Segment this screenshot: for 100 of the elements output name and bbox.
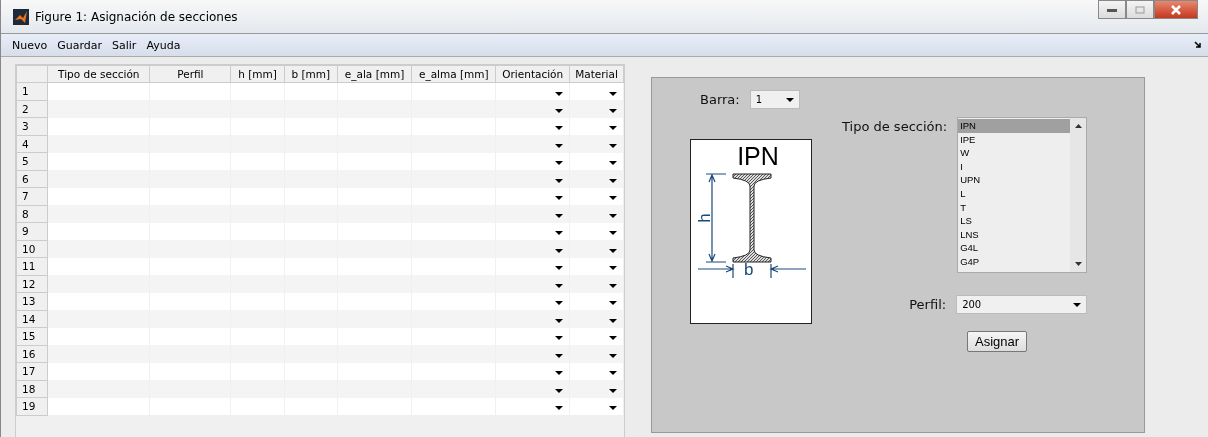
caret-icon bbox=[609, 353, 617, 358]
table-cell[interactable] bbox=[47, 100, 150, 118]
dropdown-cell[interactable] bbox=[569, 170, 624, 188]
column-header[interactable]: Perfil bbox=[149, 65, 231, 83]
caret-icon bbox=[555, 161, 564, 166]
dropdown-cell[interactable] bbox=[569, 100, 624, 118]
column-header[interactable]: e_ala [mm] bbox=[337, 65, 412, 83]
caret-icon bbox=[555, 143, 564, 148]
caret-icon bbox=[609, 388, 617, 393]
caret-icon bbox=[555, 91, 564, 96]
profile-label: Perfil: bbox=[909, 297, 947, 312]
list-option[interactable]: I bbox=[958, 159, 1071, 174]
scroll-up-icon[interactable] bbox=[1074, 124, 1082, 128]
minimize-button[interactable] bbox=[1098, 0, 1126, 19]
caret-icon bbox=[555, 108, 564, 113]
table-cell[interactable] bbox=[47, 275, 150, 293]
dropdown-cell[interactable] bbox=[569, 240, 624, 258]
list-option[interactable]: W bbox=[958, 146, 1071, 160]
app-logo-icon bbox=[13, 8, 29, 25]
caret-icon bbox=[555, 266, 564, 271]
caret-icon bbox=[609, 213, 617, 218]
bar-dropdown[interactable]: 1 bbox=[749, 90, 800, 109]
profile-dropdown[interactable]: 200 bbox=[956, 295, 1088, 314]
caret-icon bbox=[555, 213, 564, 218]
list-option[interactable]: G4L bbox=[958, 241, 1071, 255]
list-option[interactable]: LNS bbox=[958, 227, 1071, 242]
dropdown-cell[interactable] bbox=[569, 135, 624, 153]
menu-item[interactable]: Salir bbox=[107, 38, 142, 52]
caret-icon bbox=[609, 266, 617, 271]
menu-item[interactable]: Guardar bbox=[52, 38, 108, 52]
dropdown-cell[interactable] bbox=[495, 345, 570, 363]
table-cell[interactable] bbox=[47, 170, 150, 188]
section-type-listbox[interactable]: IPN IPE W I UPN L T LS LNS G4L G4P bbox=[957, 117, 1088, 273]
section-type-label: Tipo de sección: bbox=[842, 119, 948, 134]
caret-icon bbox=[609, 91, 617, 96]
height-label: h bbox=[694, 213, 715, 223]
caret-icon bbox=[609, 301, 617, 306]
table-cell[interactable] bbox=[47, 310, 150, 328]
caret-icon bbox=[555, 178, 564, 183]
dropdown-cell[interactable] bbox=[495, 310, 570, 328]
caret-icon bbox=[609, 248, 617, 253]
table-cell[interactable] bbox=[47, 135, 150, 153]
dropdown-cell[interactable] bbox=[495, 135, 570, 153]
caret-icon bbox=[555, 196, 564, 201]
dropdown-cell[interactable] bbox=[569, 275, 624, 293]
caret-icon bbox=[609, 318, 617, 323]
caret-icon bbox=[609, 406, 617, 411]
caret-icon bbox=[609, 108, 617, 113]
column-header[interactable]: Material bbox=[569, 65, 624, 83]
table-cell[interactable] bbox=[47, 345, 150, 363]
caret-icon bbox=[609, 231, 617, 236]
list-option[interactable]: G4P bbox=[958, 254, 1071, 269]
column-header[interactable]: b [mm] bbox=[284, 65, 338, 83]
menu-item[interactable]: Ayuda bbox=[141, 38, 186, 52]
caret-icon bbox=[555, 371, 564, 376]
close-button[interactable] bbox=[1154, 0, 1198, 19]
list-option[interactable]: LS bbox=[958, 214, 1071, 228]
scroll-down-icon[interactable] bbox=[1074, 262, 1082, 266]
dropdown-cell[interactable] bbox=[569, 345, 624, 363]
table-cell[interactable] bbox=[47, 240, 150, 258]
dropdown-cell[interactable] bbox=[495, 170, 570, 188]
menu-item[interactable]: Nuevo bbox=[7, 38, 53, 52]
list-option[interactable]: T bbox=[958, 200, 1071, 215]
caret-icon bbox=[1073, 302, 1082, 307]
column-header[interactable]: Orientación bbox=[495, 65, 570, 83]
caret-icon bbox=[555, 126, 564, 131]
caret-icon bbox=[555, 283, 564, 288]
caret-icon bbox=[555, 388, 564, 393]
caret-icon bbox=[609, 371, 617, 376]
list-option[interactable]: UPN bbox=[958, 173, 1071, 187]
caret-icon bbox=[555, 318, 564, 323]
list-option[interactable]: IPE bbox=[958, 132, 1071, 147]
caret-icon bbox=[555, 301, 564, 306]
caret-icon bbox=[555, 231, 564, 236]
dropdown-cell[interactable] bbox=[495, 100, 570, 118]
dropdown-cell[interactable] bbox=[569, 310, 624, 328]
bar-label: Barra: bbox=[700, 92, 740, 107]
column-header[interactable]: e_alma [mm] bbox=[411, 65, 496, 83]
list-option[interactable]: L bbox=[958, 186, 1071, 201]
dropdown-cell[interactable] bbox=[495, 275, 570, 293]
column-header[interactable]: Tipo de sección bbox=[47, 65, 150, 83]
dropdown-cell[interactable] bbox=[495, 205, 570, 223]
width-label: b bbox=[744, 261, 754, 278]
table-cell[interactable] bbox=[47, 380, 150, 398]
close-icon bbox=[1170, 4, 1182, 15]
caret-icon bbox=[555, 336, 564, 341]
column-header[interactable]: h [mm] bbox=[230, 65, 285, 83]
table-cell[interactable] bbox=[47, 205, 150, 223]
caret-icon bbox=[609, 196, 617, 201]
dropdown-cell[interactable] bbox=[495, 240, 570, 258]
dock-arrow-icon[interactable] bbox=[1194, 41, 1202, 49]
maximize-button[interactable] bbox=[1126, 0, 1154, 19]
caret-icon bbox=[609, 283, 617, 288]
dropdown-cell[interactable] bbox=[569, 205, 624, 223]
list-option[interactable]: IPN bbox=[958, 119, 1071, 133]
assign-button[interactable]: Asignar bbox=[967, 331, 1028, 352]
dropdown-cell[interactable] bbox=[569, 380, 624, 398]
scrollbar[interactable] bbox=[1070, 118, 1087, 272]
caret-icon bbox=[609, 126, 617, 131]
dropdown-cell[interactable] bbox=[495, 380, 570, 398]
